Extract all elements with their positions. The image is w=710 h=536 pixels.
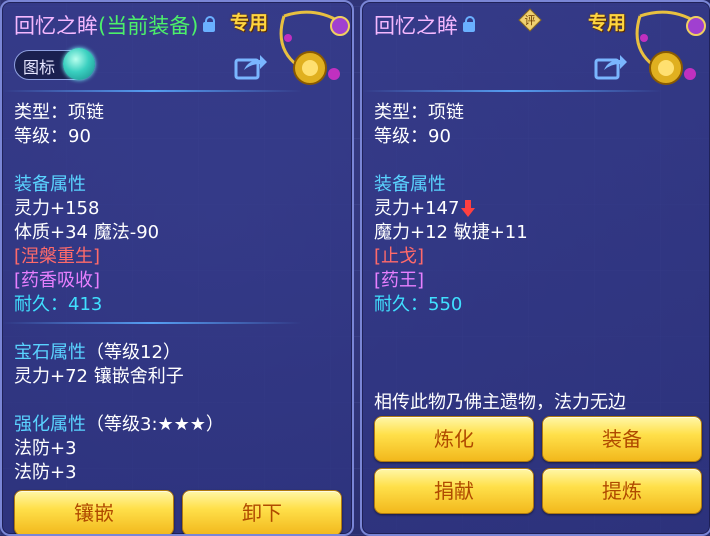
review-badge-label: 评 [525, 14, 536, 27]
enhance-level: （等级3:★★★） [86, 414, 224, 435]
gem-attr-header: 宝石属性 [14, 342, 86, 363]
enhance-attr-row: 强化属性（等级3:★★★） [14, 410, 224, 436]
down-arrow-icon [461, 200, 476, 218]
equip-attr-header: 装备属性 [14, 174, 86, 195]
refine-button[interactable]: 炼化 [374, 416, 534, 462]
share-icon[interactable] [234, 52, 268, 80]
necklace-icon [635, 10, 706, 85]
attr-line-1: 灵力+147 [374, 194, 476, 220]
equip-button[interactable]: 装备 [542, 416, 702, 462]
item-title: 回忆之眸 [374, 10, 475, 40]
special-label: 专用 [230, 12, 269, 34]
attr-line-1-text: 灵力+147 [374, 198, 460, 219]
lock-icon [463, 16, 475, 32]
toggle-label: 图标 [23, 58, 56, 77]
necklace-icon [279, 10, 350, 85]
toggle-knob[interactable] [63, 48, 95, 80]
selected-item-panel: 回忆之眸 专用 类型：项链 等级：90 装备属性 灵力+147 魔力+12 敏捷… [360, 0, 710, 536]
enhance-attr-header: 强化属性 [14, 414, 86, 435]
special-skill: [药王] [374, 270, 425, 291]
special-skill: [药香吸收] [14, 270, 101, 291]
attr-line-2: 魔力+12 敏捷+11 [374, 222, 528, 243]
equip-attr-header: 装备属性 [374, 174, 446, 195]
item-description: 相传此物乃佛主遗物，法力无边 [374, 392, 626, 413]
divider [362, 90, 662, 92]
item-level: 等级：90 [14, 126, 91, 147]
special-effect: [涅槃重生] [14, 246, 101, 267]
durability: 耐久：550 [374, 294, 463, 315]
enhance-line-1: 法防+3 [14, 438, 77, 459]
gem-attr-row: 宝石属性（等级12） [14, 338, 181, 364]
share-icon[interactable] [594, 52, 628, 80]
gem-attr-line: 灵力+72 镶嵌舍利子 [14, 366, 184, 387]
item-title: 回忆之眸(当前装备) [14, 10, 216, 40]
special-label: 专用 [588, 12, 627, 34]
divider [2, 322, 302, 324]
item-name: 回忆之眸 [14, 14, 98, 38]
equipped-item-panel: 回忆之眸(当前装备) 专用 图标 类型：项链 等级：90 装备属性 灵力+158… [0, 0, 354, 536]
donate-button[interactable]: 捐献 [374, 468, 534, 514]
special-effect: [止戈] [374, 246, 425, 267]
extract-button[interactable]: 提炼 [542, 468, 702, 514]
divider [2, 90, 302, 92]
attr-line-2: 体质+34 魔法-90 [14, 222, 160, 243]
durability: 耐久：413 [14, 294, 103, 315]
icon-toggle[interactable]: 图标 [14, 48, 95, 80]
enhance-line-2: 法防+3 [14, 462, 77, 483]
current-equipped-tag: (当前装备) [98, 14, 199, 38]
inlay-button[interactable]: 镶嵌 [14, 490, 174, 534]
item-name: 回忆之眸 [374, 14, 458, 38]
item-type: 类型：项链 [14, 102, 104, 123]
lock-icon [203, 16, 216, 32]
review-badge-icon[interactable]: 评 [518, 8, 542, 32]
item-type: 类型：项链 [374, 102, 464, 123]
item-level: 等级：90 [374, 126, 451, 147]
attr-line-1: 灵力+158 [14, 198, 100, 219]
unequip-button[interactable]: 卸下 [182, 490, 342, 534]
gem-level: （等级12） [86, 342, 181, 363]
